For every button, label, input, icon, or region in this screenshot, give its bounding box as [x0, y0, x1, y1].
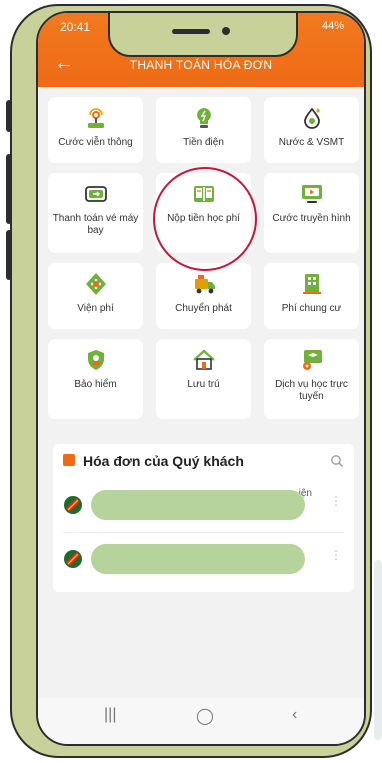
more-icon[interactable]: ⋮: [330, 494, 342, 508]
service-label: Cước viễn thông: [58, 137, 133, 148]
bills-title: Hóa đơn của Quý khách: [83, 453, 244, 469]
service-apartment-fee[interactable]: Phí chung cư: [264, 263, 359, 329]
service-label: Thanh toán vé máy bay: [52, 213, 139, 236]
provider-logo-icon: [64, 496, 82, 514]
service-cable-tv[interactable]: Cước truyền hình: [264, 173, 359, 253]
redaction-bar: [91, 544, 305, 574]
redaction-bar: [91, 490, 305, 520]
provider-logo-icon: [64, 550, 82, 568]
phone-side-button: [6, 100, 12, 132]
service-label: Lưu trú: [187, 379, 220, 390]
row-divider: [63, 532, 344, 533]
delivery-truck-icon: [194, 275, 215, 294]
house-icon: [192, 349, 215, 370]
service-telecom[interactable]: Cước viễn thông: [48, 97, 143, 163]
service-label: Dịch vụ học trực tuyến: [275, 379, 348, 402]
service-accommodation[interactable]: Lưu trú: [156, 339, 251, 419]
speaker-grille: [172, 29, 210, 34]
page-title: THANH TOÁN HÓA ĐƠN: [129, 58, 273, 72]
home-button[interactable]: ◯: [196, 706, 214, 726]
camera-dot: [222, 27, 230, 35]
water-drop-icon: [303, 107, 320, 129]
service-label: Chuyển phát: [175, 303, 232, 314]
service-delivery[interactable]: Chuyển phát: [156, 263, 251, 329]
phone-side-button: [6, 154, 12, 224]
camera-notch: [108, 13, 298, 57]
building-icon: [302, 274, 321, 294]
phone-side-button: [6, 230, 12, 280]
bill-icon: [63, 454, 75, 466]
back-button[interactable]: ‹: [292, 706, 297, 724]
service-tuition[interactable]: Nộp tiền học phí: [156, 173, 251, 253]
recent-apps-button[interactable]: |||: [104, 706, 116, 724]
shield-icon: [87, 350, 104, 370]
tv-play-icon: [301, 185, 322, 203]
service-flight-ticket[interactable]: Thanh toán vé máy bay: [48, 173, 143, 253]
status-time: 20:41: [60, 20, 91, 34]
plane-ticket-icon: [84, 186, 107, 202]
header-bar: 20:41 44% ← THANH TOÁN HÓA ĐƠN: [38, 13, 364, 87]
bills-panel: Hóa đơn của Quý khách iện ⋮ ⋮: [53, 444, 354, 592]
lightbulb-icon: [196, 108, 211, 128]
online-learning-icon: [302, 350, 322, 370]
service-label: Nộp tiền học phí: [167, 213, 240, 224]
more-icon[interactable]: ⋮: [330, 548, 342, 562]
bill-row[interactable]: ⋮: [53, 536, 354, 578]
system-nav-bar: ||| ◯ ‹: [38, 698, 364, 744]
search-icon[interactable]: [330, 454, 344, 468]
service-online-learning[interactable]: Dịch vụ học trực tuyến: [264, 339, 359, 419]
service-electricity[interactable]: Tiền điện: [156, 97, 251, 163]
service-label: Nước & VSMT: [278, 137, 345, 148]
service-label: Bảo hiểm: [74, 379, 117, 390]
service-label: Cước truyền hình: [272, 213, 351, 224]
service-label: Tiền điện: [183, 137, 224, 148]
service-hospital-fee[interactable]: Viện phí: [48, 263, 143, 329]
bills-header: Hóa đơn của Quý khách: [53, 444, 354, 474]
service-label: Viện phí: [77, 303, 114, 314]
app-screen: 20:41 44% ← THANH TOÁN HÓA ĐƠN Cước viễn…: [36, 11, 366, 746]
phone-edge-shadow: [374, 560, 382, 740]
antenna-icon: [87, 108, 104, 128]
bill-row[interactable]: iện ⋮: [53, 482, 354, 524]
open-book-icon: [193, 186, 214, 202]
status-battery: 44%: [321, 20, 344, 32]
medical-cross-icon: [85, 273, 106, 295]
service-water[interactable]: Nước & VSMT: [264, 97, 359, 163]
service-insurance[interactable]: Bảo hiểm: [48, 339, 143, 419]
service-label: Phí chung cư: [281, 303, 342, 314]
